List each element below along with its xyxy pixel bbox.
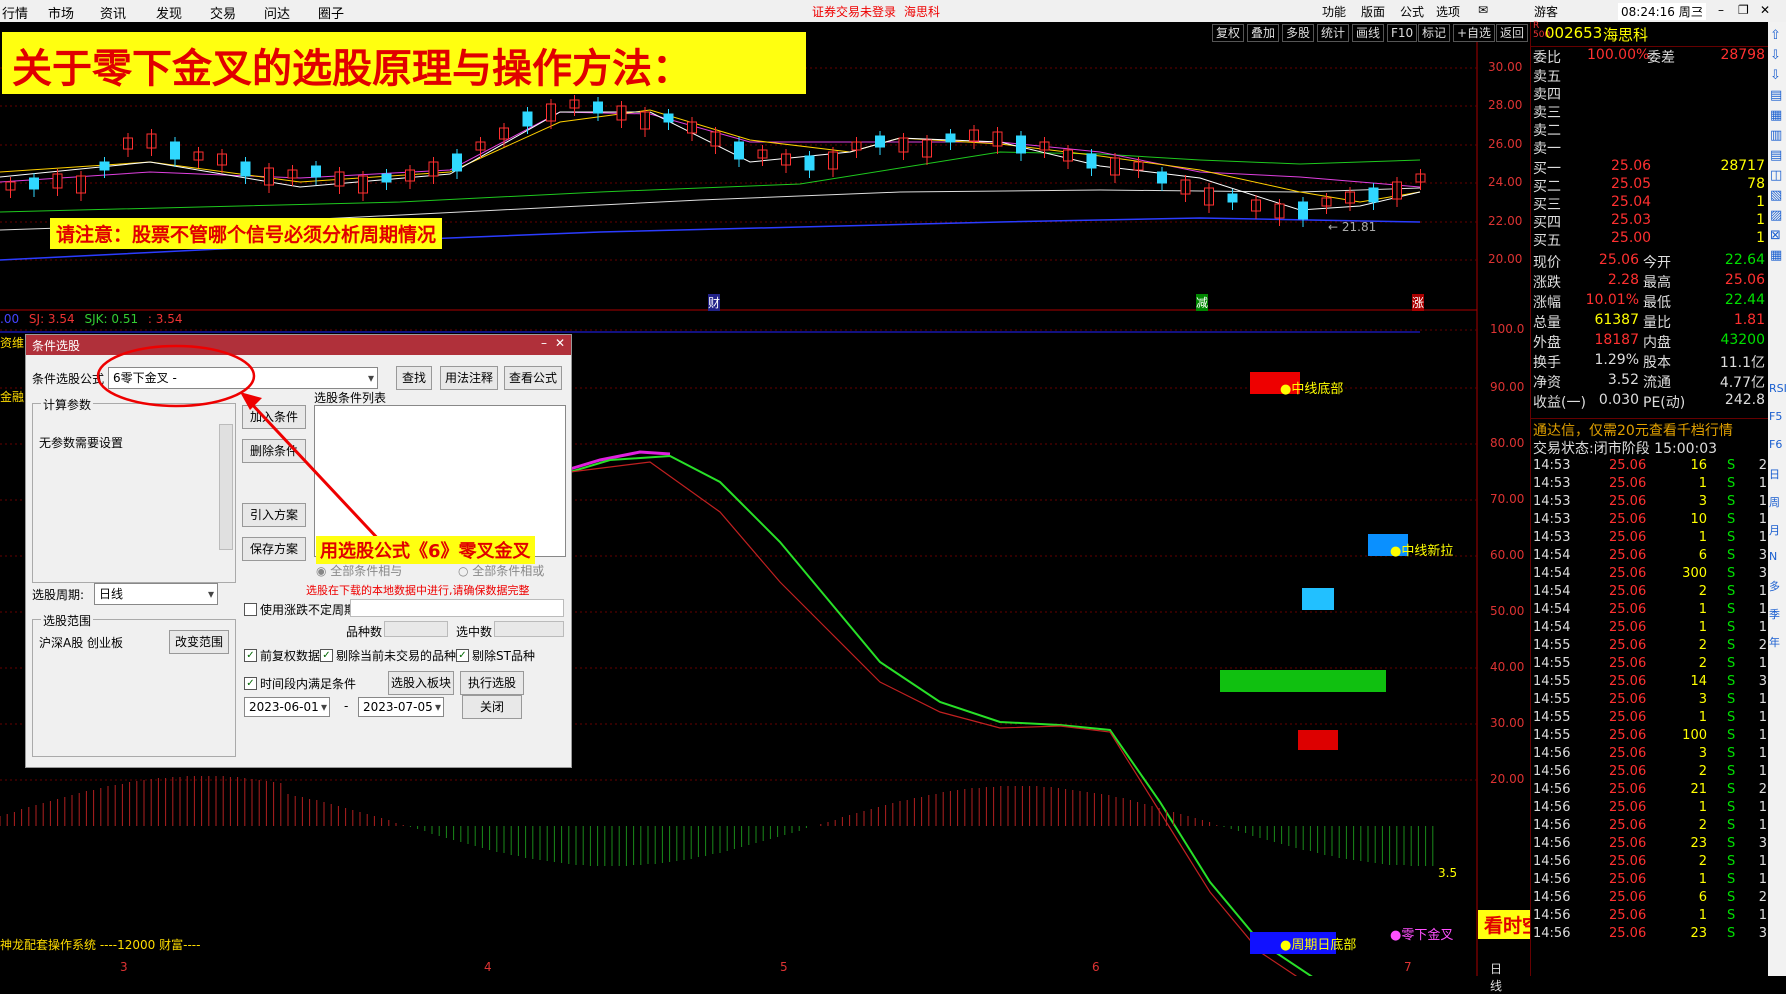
close-icon[interactable]: ✕	[1760, 3, 1770, 17]
tick-row: 14:53 25.06 1 S 1	[1533, 476, 1767, 491]
side-period-button[interactable]: 日	[1769, 466, 1780, 482]
promo-row[interactable]: 通达信，仅需20元查看千档行情	[1531, 418, 1769, 439]
side-period-button[interactable]: F5	[1769, 410, 1782, 423]
quote-panel: R 500 002653 海思科 委比 100.00% 委差 28798 卖五卖四…	[1530, 22, 1769, 976]
tick-row: 14:56 25.06 1 S 1	[1533, 908, 1767, 923]
buy-level-row: 买五 25.00 1	[1533, 230, 1765, 249]
back-icon[interactable]: ‹	[1698, 3, 1703, 17]
quote-row: 涨跌 2.28 最高 25.06	[1533, 272, 1765, 291]
side-tool-icon[interactable]: ⇩	[1770, 48, 1781, 63]
tick-row: 14:56 25.06 21 S 2	[1533, 782, 1767, 797]
buy-level-row: 买四 25.03 1	[1533, 212, 1765, 231]
side-period-button[interactable]: 月	[1769, 522, 1780, 538]
side-tool-icon[interactable]: ⊠	[1770, 228, 1781, 243]
side-period-button[interactable]: N	[1769, 550, 1777, 563]
tick-row: 14:53 25.06 1 S 1	[1533, 530, 1767, 545]
tick-row: 14:56 25.06 2 S 1	[1533, 764, 1767, 779]
tick-row: 14:55 25.06 1 S 1	[1533, 710, 1767, 725]
user-label[interactable]: 游客	[1534, 3, 1558, 20]
side-toolbar: ⇧ ⇩ ⇩ ▤ ▦ ▥ ▤ ◫ ▧ ▨ ⊠ ▦ RSI F5 F6 日周月 N 多季年	[1768, 22, 1786, 976]
buy-level-row: 买三 25.04 1	[1533, 194, 1765, 213]
quote-row: 换手 1.29% 股本 11.1亿	[1533, 352, 1765, 371]
sell-level-row: 卖二	[1533, 123, 1561, 139]
tick-row: 14:54 25.06 1 S 1	[1533, 602, 1767, 617]
stock-header[interactable]: R 500 002653 海思科	[1531, 22, 1769, 45]
weibi-row: 委比 100.00% 委差 28798	[1531, 46, 1769, 66]
tick-row: 14:54 25.06 6 S 3	[1533, 548, 1767, 563]
side-period-button[interactable]: 周	[1769, 494, 1780, 510]
buy-level-row: 买二 25.05 78	[1533, 176, 1765, 195]
tick-row: 14:56 25.06 1 S 1	[1533, 800, 1767, 815]
annotation-overlay	[96, 344, 398, 560]
quote-row: 收益(一) 0.030 PE(动) 242.8	[1533, 392, 1765, 411]
annotation-arrow	[246, 398, 398, 560]
side-tool-icon[interactable]: ▥	[1770, 128, 1782, 143]
quote-row: 外盘 18187 内盘 43200	[1533, 332, 1765, 351]
trade-state-row: 交易状态:闭市阶段 15:00:03	[1533, 441, 1718, 457]
tick-row: 14:55 25.06 100 S 1	[1533, 728, 1767, 743]
side-tool-icon[interactable]: ▤	[1770, 88, 1782, 103]
tick-row: 14:53 25.06 16 S 2	[1533, 458, 1767, 473]
tick-row: 14:56 25.06 23 S 3	[1533, 836, 1767, 851]
tick-row: 14:56 25.06 23 S 3	[1533, 926, 1767, 941]
side-period-button[interactable]: 多	[1769, 578, 1780, 594]
annotation-arrowhead	[240, 392, 262, 410]
tick-row: 14:53 25.06 3 S 1	[1533, 494, 1767, 509]
side-period-button[interactable]: F6	[1769, 438, 1782, 451]
tick-row: 14:54 25.06 300 S 3	[1533, 566, 1767, 581]
quote-row: 现价 25.06 今开 22.64	[1533, 252, 1765, 271]
side-tool-icon[interactable]: ▨	[1770, 208, 1782, 223]
stock-name: 海思科	[1603, 26, 1649, 44]
sell-level-row: 卖一	[1533, 141, 1561, 157]
sell-level-row: 卖四	[1533, 87, 1561, 103]
quote-row: 涨幅 10.01% 最低 22.44	[1533, 292, 1765, 311]
side-tool-icon[interactable]: ▦	[1770, 248, 1782, 263]
stock-code: 002653	[1545, 24, 1603, 42]
tick-row: 14:55 25.06 3 S 1	[1533, 692, 1767, 707]
tick-row: 14:53 25.06 10 S 1	[1533, 512, 1767, 527]
tick-row: 14:56 25.06 1 S 1	[1533, 872, 1767, 887]
buy-level-row: 买一 25.06 28717	[1533, 158, 1765, 177]
side-period-button[interactable]: 季	[1769, 606, 1780, 622]
tick-row: 14:56 25.06 2 S 1	[1533, 818, 1767, 833]
tick-row: 14:54 25.06 1 S 1	[1533, 620, 1767, 635]
side-tool-icon[interactable]: ▦	[1770, 108, 1782, 123]
minimize-icon[interactable]: –	[1718, 3, 1724, 17]
clock: 08:24:16 周三	[1618, 3, 1706, 20]
sell-level-row: 卖三	[1533, 105, 1561, 121]
tick-row: 14:56 25.06 6 S 2	[1533, 890, 1767, 905]
arrow-label: 用选股公式《6》零叉金叉	[316, 536, 535, 564]
tick-row: 14:54 25.06 2 S 1	[1533, 584, 1767, 599]
quote-row: 总量 61387 量比 1.81	[1533, 312, 1765, 331]
side-period-button[interactable]: RSI	[1769, 382, 1786, 395]
side-tool-icon[interactable]: ▧	[1770, 188, 1782, 203]
side-tool-icon[interactable]: ⇧	[1770, 28, 1781, 43]
side-tool-icon[interactable]: ⇩	[1770, 68, 1781, 83]
restore-icon[interactable]: ❐	[1738, 3, 1749, 17]
sell-level-row: 卖五	[1533, 69, 1561, 85]
tick-row: 14:55 25.06 2 S 1	[1533, 656, 1767, 671]
tick-row: 14:55 25.06 14 S 3	[1533, 674, 1767, 689]
side-tool-icon[interactable]: ▤	[1770, 148, 1782, 163]
tick-row: 14:56 25.06 2 S 1	[1533, 854, 1767, 869]
quote-row: 净资 3.52 流通 4.77亿	[1533, 372, 1765, 391]
tick-row: 14:55 25.06 2 S 2	[1533, 638, 1767, 653]
annotation-ellipse	[96, 344, 256, 408]
side-period-button[interactable]: 年	[1769, 634, 1780, 650]
tick-row: 14:56 25.06 3 S 1	[1533, 746, 1767, 761]
side-tool-icon[interactable]: ◫	[1770, 168, 1782, 183]
